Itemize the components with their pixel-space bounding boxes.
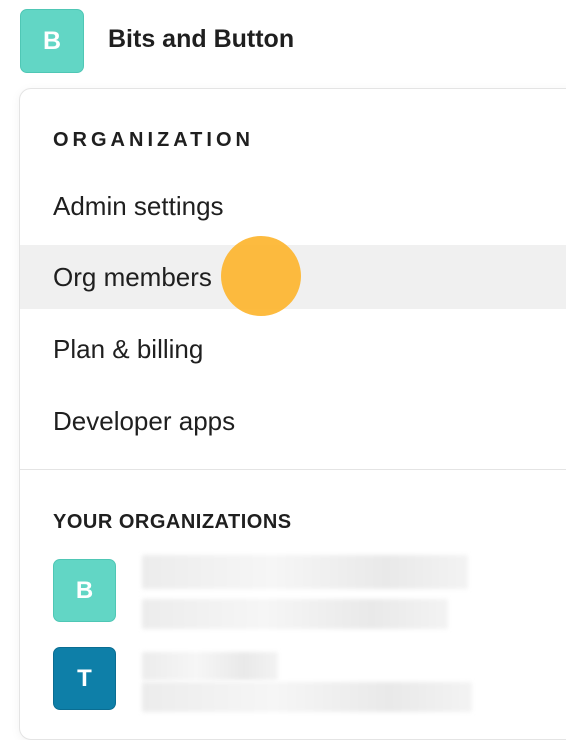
org-list-avatar[interactable]: B — [53, 559, 116, 622]
org-name[interactable]: Bits and Button — [108, 25, 294, 54]
section-heading-organization: ORGANIZATION — [53, 129, 254, 151]
menu-item-org-members[interactable]: Org members — [20, 245, 566, 309]
redacted-org-detail — [142, 682, 472, 712]
menu-item-developer-apps[interactable]: Developer apps — [20, 389, 566, 453]
menu-item-plan-billing[interactable]: Plan & billing — [20, 317, 566, 381]
menu-divider — [20, 469, 566, 470]
menu-item-admin-settings[interactable]: Admin settings — [20, 174, 566, 238]
redacted-org-detail — [142, 599, 448, 629]
org-avatar[interactable]: B — [20, 9, 84, 73]
section-heading-your-organizations: YOUR ORGANIZATIONS — [53, 511, 292, 533]
redacted-org-name[interactable] — [142, 652, 278, 680]
redacted-org-name[interactable] — [142, 555, 468, 589]
organization-dropdown-menu: ORGANIZATION Admin settings Org members … — [19, 88, 566, 740]
org-list-avatar[interactable]: T — [53, 647, 116, 710]
top-bar: B Bits and Button — [0, 0, 566, 86]
